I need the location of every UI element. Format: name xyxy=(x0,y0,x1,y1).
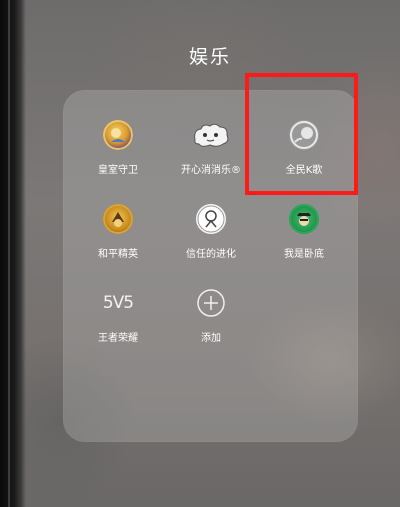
app-undercover[interactable]: 我是卧底 xyxy=(259,204,349,260)
phone-screen: 娱乐 皇室守卫 开心消消乐® 全民K歌 和平精英 信任的进化 我是卧底 5V5 … xyxy=(0,0,400,507)
app-add-button[interactable]: 添加 xyxy=(166,288,256,344)
app-royal-guard[interactable]: 皇室守卫 xyxy=(73,120,163,176)
app-label: 开心消消乐® xyxy=(181,165,241,176)
plus-icon xyxy=(196,288,226,318)
app-evolution-of-trust[interactable]: 信任的进化 xyxy=(166,204,256,260)
happy-match-game-icon xyxy=(191,120,231,150)
app-honor-of-kings[interactable]: 5V5 王者荣耀 xyxy=(73,288,163,344)
app-label: 皇室守卫 xyxy=(98,165,138,176)
app-label: 和平精英 xyxy=(98,249,138,260)
app-happy-match[interactable]: 开心消消乐® xyxy=(166,120,256,176)
evolution-of-trust-game-icon xyxy=(196,204,226,234)
royal-guard-game-icon xyxy=(103,120,133,150)
honor-of-kings-game-icon: 5V5 xyxy=(102,293,134,313)
app-label: 我是卧底 xyxy=(284,249,324,260)
highlight-annotation-box xyxy=(245,73,358,195)
undercover-game-icon xyxy=(289,204,319,234)
bezel-edge xyxy=(8,0,10,507)
app-peace-elite[interactable]: 和平精英 xyxy=(73,204,163,260)
phone-bezel xyxy=(0,0,26,507)
folder-title[interactable]: 娱乐 xyxy=(0,42,400,69)
app-label: 王者荣耀 xyxy=(98,333,138,344)
peace-elite-game-icon xyxy=(103,204,133,234)
app-label: 信任的进化 xyxy=(186,249,236,260)
app-label: 添加 xyxy=(201,333,221,344)
